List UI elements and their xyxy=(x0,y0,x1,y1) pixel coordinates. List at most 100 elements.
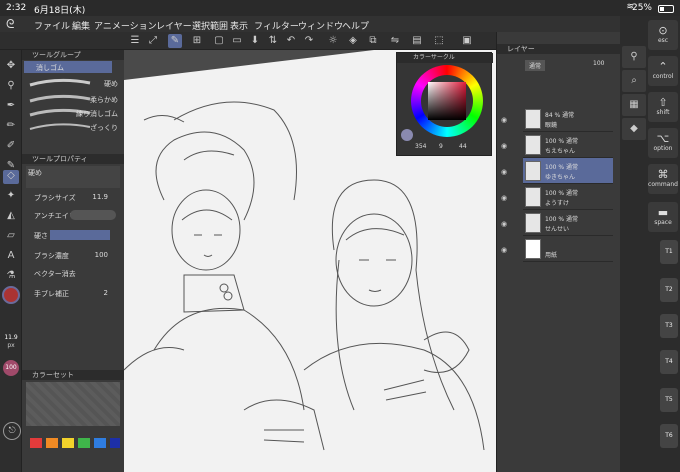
zoom-icon[interactable]: ⚲ xyxy=(3,80,19,94)
menu-animation[interactable]: アニメーション xyxy=(94,19,157,32)
navigator-icon[interactable]: ⚲ xyxy=(622,46,646,68)
brush-size-row[interactable]: ブラシサイズ 11.9 xyxy=(26,190,120,204)
search-icon[interactable]: ⌕ xyxy=(622,70,646,92)
opacity-value: 100 xyxy=(94,251,108,259)
t5-key[interactable]: T5 xyxy=(660,388,678,412)
t4-key[interactable]: T4 xyxy=(660,350,678,374)
material-icon[interactable]: ◆ xyxy=(622,118,646,140)
layer-opacity: 100 % 通常 xyxy=(545,190,578,197)
menu-edit[interactable]: 編集 xyxy=(72,19,90,32)
export-icon[interactable]: ▣ xyxy=(460,34,474,48)
control-key[interactable]: ⌃ control xyxy=(648,56,678,86)
space-key[interactable]: ▬ space xyxy=(648,202,678,232)
move-icon[interactable]: ✥ xyxy=(3,60,19,74)
menu-window[interactable]: ウィンドウ xyxy=(298,19,343,32)
swatch-green[interactable] xyxy=(78,438,90,448)
eye-icon[interactable]: ◉ xyxy=(501,194,511,204)
subtool-row[interactable]: ざっくり xyxy=(26,120,120,134)
eye-icon[interactable]: ◉ xyxy=(501,246,511,256)
flip-icon[interactable]: ⇋ xyxy=(388,34,402,48)
eye-icon[interactable]: ◉ xyxy=(501,220,511,230)
fit-icon[interactable]: ⤢ xyxy=(146,34,160,48)
antialias-selector[interactable] xyxy=(70,210,116,220)
antialias-row[interactable]: アンチエイリ xyxy=(26,208,120,222)
swatch-yellow[interactable] xyxy=(62,438,74,448)
eraser-icon[interactable]: ◇ xyxy=(3,170,19,184)
new-file-icon[interactable]: ▢ xyxy=(212,34,226,48)
layer-row[interactable]: 100 % 通常 ちえちゃん xyxy=(523,132,613,158)
eye-icon[interactable]: ◉ xyxy=(501,116,511,126)
layer-opacity-value[interactable]: 100 xyxy=(593,60,604,67)
blend-mode-select[interactable]: 通常 xyxy=(525,60,546,71)
brightness-icon[interactable]: ☼ xyxy=(326,34,340,48)
subtool-row[interactable]: 練り消しゴム xyxy=(26,106,120,120)
menu-layer[interactable]: レイヤー xyxy=(156,19,192,32)
t3-key[interactable]: T3 xyxy=(660,314,678,338)
fill-icon[interactable]: ◈ xyxy=(346,34,360,48)
main-color-icon[interactable] xyxy=(2,286,20,304)
swatch-red[interactable] xyxy=(30,438,42,448)
layer-prop-icon[interactable]: ▦ xyxy=(622,94,646,116)
color-set-area[interactable] xyxy=(26,382,120,426)
layer-copy-icon[interactable]: ▤ xyxy=(410,34,424,48)
stabilization-row[interactable]: 手ブレ補正 2 xyxy=(26,286,120,300)
menu-icon[interactable]: ☰ xyxy=(128,34,142,48)
layer-row[interactable]: 100 % 通常 せんせい xyxy=(523,210,613,236)
eye-icon[interactable]: ◉ xyxy=(501,142,511,152)
text-icon[interactable]: A xyxy=(3,250,19,264)
pencil-icon[interactable]: ✏ xyxy=(3,120,19,134)
grid-icon[interactable]: ⊞ xyxy=(190,34,204,48)
layer-thumb xyxy=(525,239,541,259)
save-icon[interactable]: ⬇ xyxy=(248,34,262,48)
menu-view[interactable]: 表示 xyxy=(230,19,248,32)
eyedropper-icon[interactable]: ⚗ xyxy=(3,270,19,284)
tool-name[interactable]: 消しゴム xyxy=(24,61,112,73)
menu-file[interactable]: ファイル xyxy=(34,19,70,32)
current-color-icon[interactable] xyxy=(401,129,413,141)
esc-key[interactable]: ⊙ esc xyxy=(648,20,678,50)
option-key[interactable]: ⌥ option xyxy=(648,128,678,158)
eye-icon[interactable]: ◉ xyxy=(501,168,511,178)
sort-icon[interactable]: ⇅ xyxy=(266,34,280,48)
value-value: 44 xyxy=(459,143,467,150)
menu-filter[interactable]: フィルター xyxy=(254,19,299,32)
layer-row[interactable]: 100 % 通常 ゆきちゃん xyxy=(523,158,613,184)
menu-help[interactable]: ヘルプ xyxy=(342,19,369,32)
transform-icon[interactable]: ⧉ xyxy=(366,34,380,48)
redo-icon[interactable]: ↷ xyxy=(302,34,316,48)
swatch-orange[interactable] xyxy=(46,438,58,448)
companion-icon[interactable]: ⎋ xyxy=(3,422,21,440)
menu-selection[interactable]: 選択範囲 xyxy=(192,19,228,32)
figure-icon[interactable]: ▱ xyxy=(3,230,19,244)
hardness-slider[interactable] xyxy=(50,230,110,240)
pen-icon[interactable]: ✒ xyxy=(3,100,19,114)
swatch-blue[interactable] xyxy=(94,438,106,448)
open-icon[interactable]: ▭ xyxy=(230,34,244,48)
t2-key[interactable]: T2 xyxy=(660,278,678,302)
app-logo-icon[interactable]: ᘓ xyxy=(6,17,14,32)
undo-icon[interactable]: ↶ xyxy=(284,34,298,48)
tool-bar: ✥ ⚲ ✒ ✏ ✐ ✎ ◇ ✦ ◭ ▱ A ⚗ 11.9 px 100 ⎋ xyxy=(0,50,22,472)
stroke-preview-icon xyxy=(29,94,91,103)
subtool-row[interactable]: 柔らかめ xyxy=(26,92,120,106)
opacity-row[interactable]: ブラシ濃度 100 xyxy=(26,248,120,262)
swatch-navy[interactable] xyxy=(110,438,120,448)
brush-size-value: 11.9 xyxy=(92,193,108,201)
t1-key[interactable]: T1 xyxy=(660,240,678,264)
hardness-row[interactable]: 硬さ xyxy=(26,228,120,242)
blend-icon[interactable]: ✦ xyxy=(3,190,19,204)
vector-erase-row[interactable]: ベクター消去 xyxy=(26,266,120,280)
layer-row[interactable]: 84 % 通常 眼鏡 xyxy=(523,106,613,132)
layer-row[interactable]: 100 % 通常 ようすけ xyxy=(523,184,613,210)
command-key[interactable]: ⌘ command xyxy=(648,164,678,194)
select-icon[interactable]: ⬚ xyxy=(432,34,446,48)
fill-tool-icon[interactable]: ◭ xyxy=(3,210,19,224)
brush-icon[interactable]: ✐ xyxy=(3,140,19,154)
subtool-row[interactable]: 硬め xyxy=(26,76,120,90)
edit-icon[interactable]: ✎ xyxy=(168,34,182,48)
t6-key[interactable]: T6 xyxy=(660,424,678,448)
space-label: space xyxy=(654,219,672,226)
shift-key[interactable]: ⇧ shift xyxy=(648,92,678,122)
layer-row[interactable]: 用紙 xyxy=(523,236,613,262)
saturation-square[interactable] xyxy=(428,82,466,120)
